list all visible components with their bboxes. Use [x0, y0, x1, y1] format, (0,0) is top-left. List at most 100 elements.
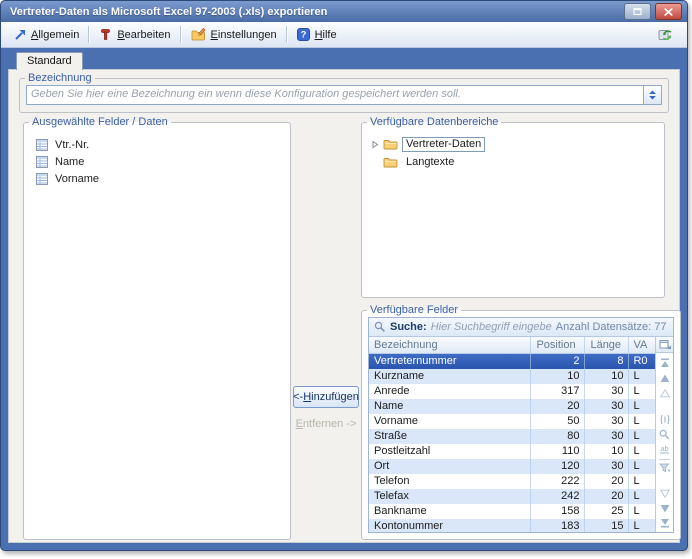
selected-field-item[interactable]: Name	[36, 153, 290, 170]
arrow-up-right-icon	[15, 29, 25, 40]
dropdown-button[interactable]	[643, 86, 661, 104]
cell-bezeichnung: Anrede	[369, 384, 532, 399]
close-button[interactable]	[655, 3, 682, 20]
available-fields-group: Verfügbare Felder Suche: Hier Suchbegrif…	[361, 304, 682, 540]
bezeichnung-combobox[interactable]: Geben Sie hier eine Bezeichnung ein wenn…	[26, 85, 662, 105]
cell-bezeichnung: Straße	[369, 429, 532, 444]
nav-incremental-search-button[interactable]: ab	[658, 444, 671, 454]
tree-expander-icon[interactable]	[370, 140, 379, 149]
cell-va: L	[633, 445, 640, 457]
add-button[interactable]: <- Hinzufügen	[293, 386, 359, 408]
nav-down-page-button[interactable]	[659, 488, 670, 498]
cell-bezeichnung: Vertreternummer	[369, 354, 532, 369]
fields-table-header: Bezeichnung Position Länge VA	[369, 337, 656, 354]
search-icon	[374, 321, 385, 332]
toolbar-separator	[88, 26, 91, 43]
search-bar[interactable]: Suche: Hier Suchbegriff eingebe Anzahl D…	[369, 318, 674, 337]
table-row[interactable]: Telefax 242 20 L	[369, 489, 656, 504]
table-row[interactable]: Postleitzahl 110 10 L	[369, 444, 656, 459]
cell-bezeichnung: Name	[369, 399, 532, 414]
cell-bezeichnung: Kurzname	[369, 369, 532, 384]
fields-table-main: Bezeichnung Position Länge VA Vertretern…	[369, 337, 656, 532]
nav-first-button[interactable]	[660, 358, 670, 368]
tree-node-label[interactable]: Langtexte	[402, 155, 458, 170]
data-areas-tree: Vertreter-Daten Langtexte	[362, 128, 664, 171]
records-count: Anzahl Datensätze: 77	[555, 321, 667, 333]
cell-va: L	[633, 520, 640, 532]
bezeichnung-placeholder: Geben Sie hier eine Bezeichnung ein wenn…	[31, 88, 461, 100]
nav-down-button[interactable]	[660, 503, 670, 513]
cell-laenge: 30	[585, 399, 630, 414]
cell-laenge: 25	[585, 504, 630, 519]
nav-last-icon	[660, 519, 669, 528]
tree-node-label[interactable]: Vertreter-Daten	[402, 136, 486, 152]
cell-va: R0	[633, 355, 648, 367]
toolbar-button-bearbeiten[interactable]: Bearbeiten	[93, 26, 176, 43]
cell-position: 120	[531, 459, 586, 474]
cell-va: L	[633, 505, 640, 517]
table-field-icon	[36, 155, 48, 168]
nav-up-page-button[interactable]	[659, 388, 670, 398]
table-row[interactable]: Kontonummer 183 15 L	[369, 519, 656, 532]
transfer-buttons: <- Hinzufügen Entfernen ->	[291, 116, 361, 540]
column-chooser-icon	[659, 340, 671, 349]
nav-first-icon	[660, 358, 669, 367]
remove-button-disabled[interactable]: Entfernen ->	[296, 418, 357, 430]
table-row[interactable]: Name 20 30 L	[369, 399, 656, 414]
table-row[interactable]: Anrede 317 30 L	[369, 384, 656, 399]
table-row[interactable]: Ort 120 30 L	[369, 459, 656, 474]
filter-icon	[659, 463, 671, 473]
fields-table: Bezeichnung Position Länge VA Vertretern…	[369, 337, 674, 532]
cell-laenge: 30	[585, 429, 630, 444]
cell-va: L	[633, 475, 640, 487]
selected-field-item[interactable]: Vtr.-Nr.	[36, 136, 290, 153]
toolbar-label-bearbeiten: Bearbeiten	[117, 28, 171, 41]
column-header-bezeichnung[interactable]: Bezeichnung	[369, 337, 532, 353]
nav-search-icon	[660, 429, 670, 439]
cell-position: 10	[531, 369, 586, 384]
updown-arrows-icon	[649, 90, 656, 100]
data-areas-legend: Verfügbare Datenbereiche	[370, 116, 499, 128]
column-header-laenge[interactable]: Länge	[585, 337, 630, 353]
table-row[interactable]: Bankname 158 25 L	[369, 504, 656, 519]
tree-node[interactable]: Vertreter-Daten	[370, 135, 664, 153]
toolbar-label-allgemein: Allgemein	[31, 28, 80, 41]
cell-va: L	[633, 415, 640, 427]
column-header-va[interactable]: VA	[629, 337, 655, 353]
restore-button[interactable]	[624, 3, 651, 20]
table-row[interactable]: Telefon 222 20 L	[369, 474, 656, 489]
table-row[interactable]: Vorname 50 30 L	[369, 414, 656, 429]
table-field-icon	[36, 172, 48, 185]
nav-last-button[interactable]	[660, 518, 670, 528]
toolbar-button-einstellungen[interactable]: Einstellungen	[185, 26, 283, 43]
nav-brackets-button[interactable]	[659, 414, 671, 424]
titlebar[interactable]: Vertreter-Daten als Microsoft Excel 97-2…	[1, 1, 687, 22]
nav-up-icon	[660, 374, 670, 382]
table-row[interactable]: Straße 80 30 L	[369, 429, 656, 444]
help-icon: ?	[296, 28, 310, 41]
nav-up-button[interactable]	[660, 373, 670, 383]
cell-position: 110	[531, 444, 586, 459]
export-refresh-button[interactable]	[652, 25, 680, 44]
tab-standard[interactable]: Standard	[16, 52, 83, 70]
column-header-position[interactable]: Position	[531, 337, 586, 353]
toolbar-button-allgemein[interactable]: Allgemein	[8, 27, 85, 43]
cell-bezeichnung: Postleitzahl	[369, 444, 532, 459]
toolbar-button-hilfe[interactable]: ? Hilfe	[291, 26, 343, 43]
selected-field-item[interactable]: Vorname	[36, 170, 290, 187]
cell-position: 183	[531, 519, 586, 532]
table-row[interactable]: Kurzname 10 10 L	[369, 369, 656, 384]
nav-filter-button[interactable]	[659, 463, 671, 473]
selected-field-label: Vorname	[55, 172, 100, 185]
tree-node[interactable]: Langtexte	[370, 153, 664, 171]
nav-down-icon	[660, 504, 670, 512]
toolbar-label-hilfe: Hilfe	[314, 28, 337, 41]
fields-table-rows: Vertreternummer 2 8 R0 Kurzname 10 10 L …	[369, 354, 656, 532]
cell-laenge: 8	[585, 354, 630, 369]
cell-laenge: 10	[585, 444, 630, 459]
selected-field-label: Name	[55, 155, 85, 168]
table-row[interactable]: Vertreternummer 2 8 R0	[369, 354, 656, 369]
cell-laenge: 10	[585, 369, 630, 384]
nav-search-button[interactable]	[659, 429, 670, 439]
column-chooser-button[interactable]	[656, 337, 674, 353]
